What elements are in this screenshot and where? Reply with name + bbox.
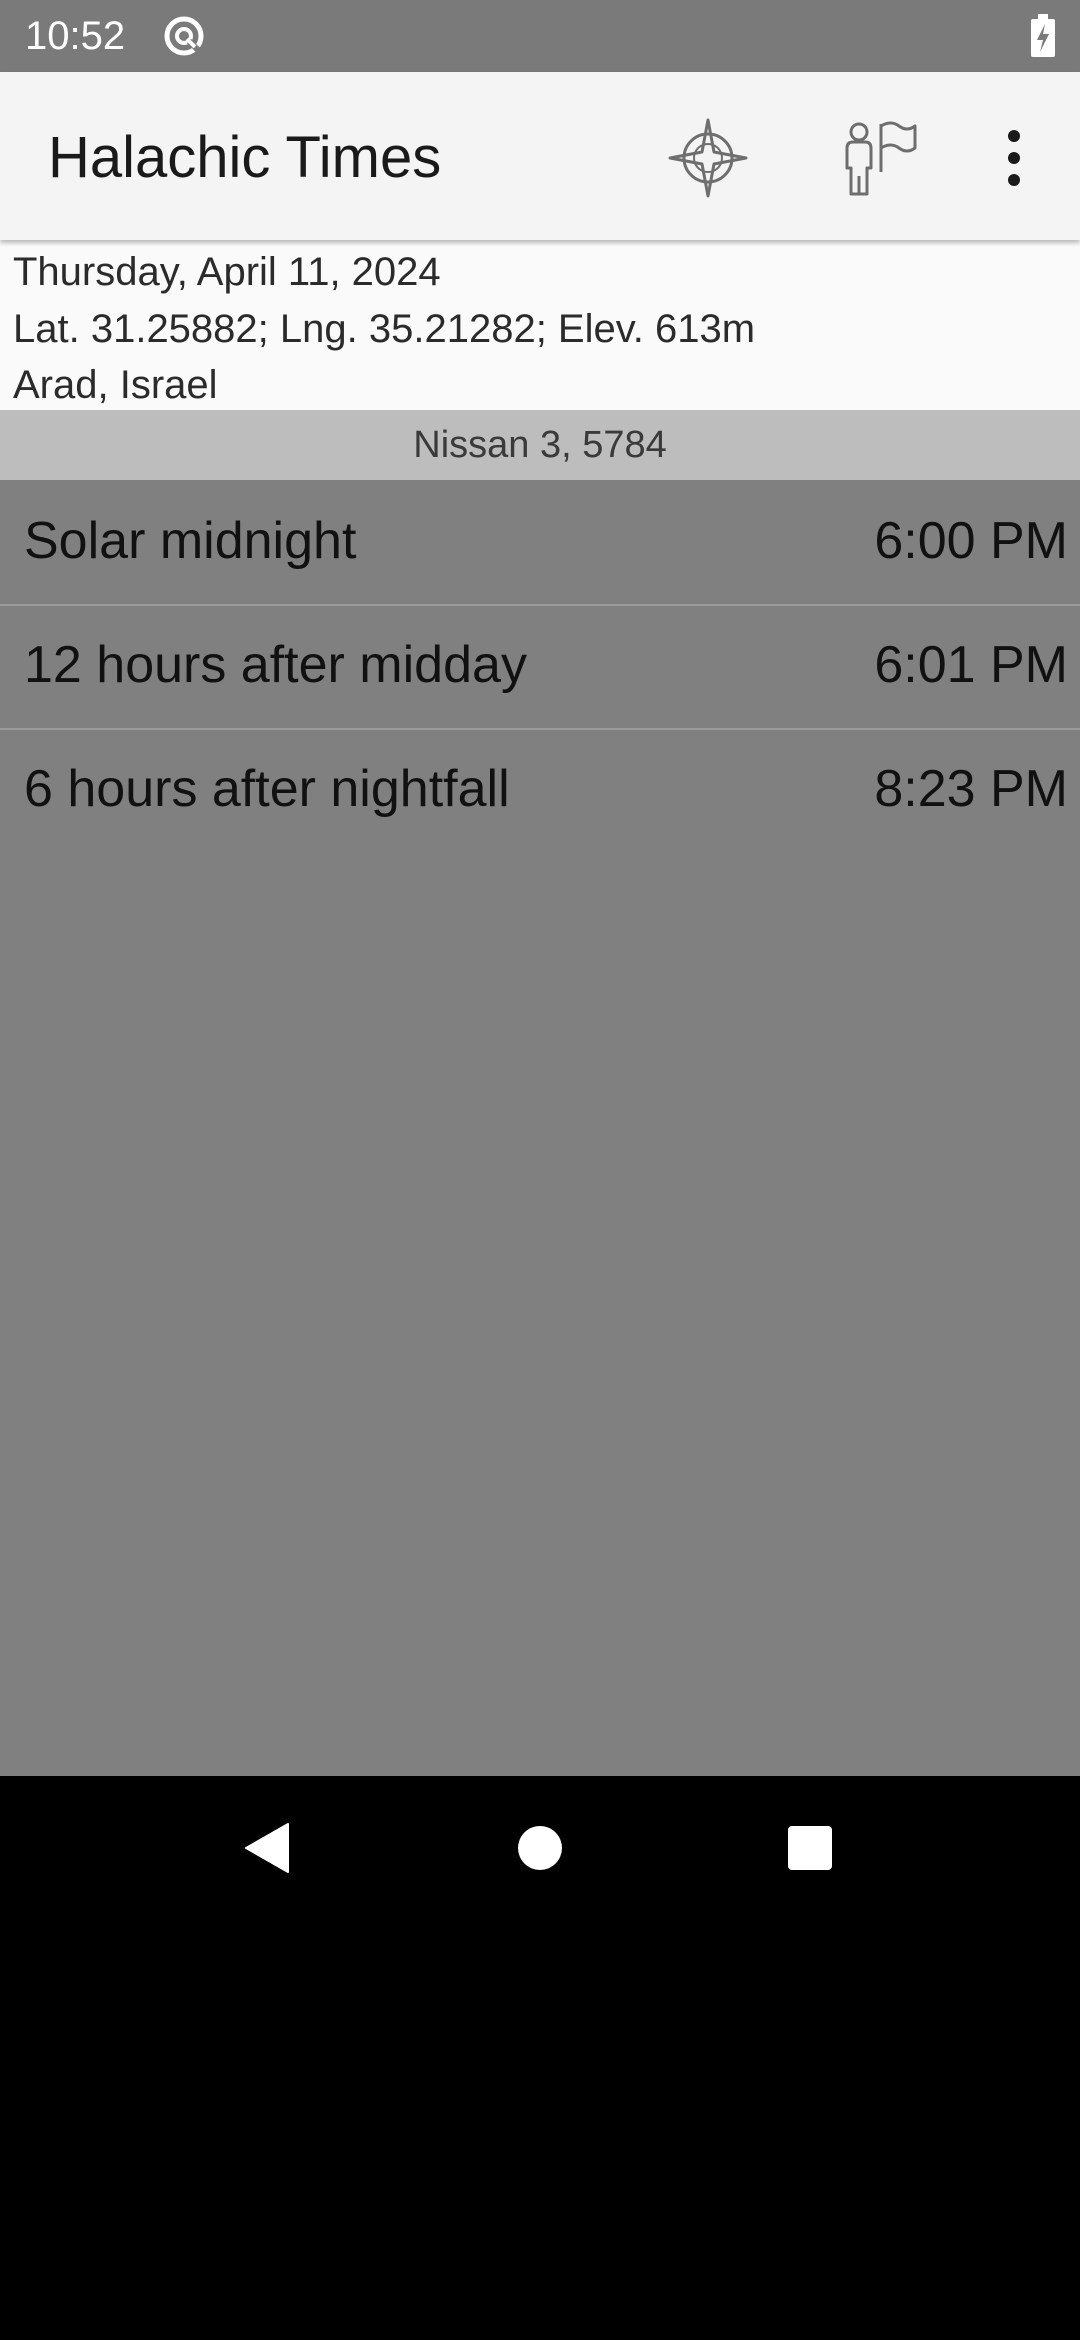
sync-icon	[164, 16, 204, 56]
time-value: 6:01 PM	[874, 636, 1068, 694]
app-bar: Halachic Times	[0, 72, 1080, 240]
time-label: Solar midnight	[24, 512, 357, 570]
location-info-panel: Thursday, April 11, 2024 Lat. 31.25882; …	[0, 240, 1080, 410]
list-item[interactable]: Solar midnight 6:00 PM	[0, 480, 1080, 606]
location-person-flag-icon[interactable]	[835, 116, 919, 200]
times-list: Solar midnight 6:00 PM 12 hours after mi…	[0, 480, 1080, 1776]
back-icon[interactable]	[238, 1818, 298, 1878]
time-value: 6:00 PM	[874, 512, 1068, 570]
list-item[interactable]: 6 hours after nightfall 8:23 PM	[0, 728, 1080, 852]
time-label: 6 hours after nightfall	[24, 760, 510, 818]
navigation-bar	[0, 1776, 1080, 2340]
time-label: 12 hours after midday	[24, 636, 527, 694]
compass-icon[interactable]	[666, 116, 750, 200]
home-icon[interactable]	[510, 1818, 570, 1878]
coordinates: Lat. 31.25882; Lng. 35.21282; Elev. 613m	[13, 307, 756, 351]
gregorian-date: Thursday, April 11, 2024	[13, 250, 441, 294]
place-name: Arad, Israel	[13, 363, 218, 407]
recents-icon[interactable]	[780, 1818, 840, 1878]
status-time: 10:52	[25, 14, 126, 58]
list-item[interactable]: 12 hours after midday 6:01 PM	[0, 604, 1080, 730]
status-bar: 10:52	[0, 0, 1080, 72]
hebrew-date: Nissan 3, 5784	[0, 410, 1080, 480]
screen: 10:52 Halachic Times Thursday, April 11,…	[0, 0, 1080, 2340]
battery-charging-icon	[1031, 14, 1055, 57]
time-value: 8:23 PM	[874, 760, 1068, 818]
app-title: Halachic Times	[48, 125, 442, 190]
more-vert-icon[interactable]	[990, 116, 1038, 200]
